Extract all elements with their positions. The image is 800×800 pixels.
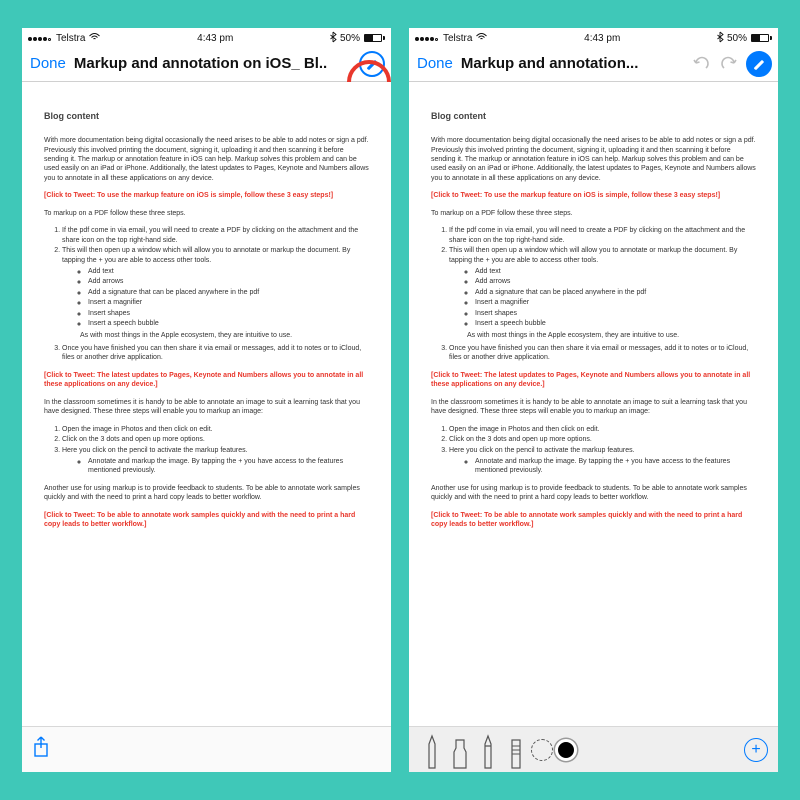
doc-paragraph: With more documentation being digital oc… (44, 136, 369, 183)
list-item: Insert a magnifier (475, 298, 756, 307)
list-item: Insert shapes (475, 309, 756, 318)
list-item: Once you have finished you can then shar… (62, 344, 369, 363)
document-viewport[interactable]: Blog content With more documentation bei… (22, 82, 391, 726)
doc-paragraph: To markup on a PDF follow these three st… (44, 209, 369, 218)
list-item: Add a signature that can be placed anywh… (475, 288, 756, 297)
highlighter-tool[interactable] (447, 732, 473, 768)
list-item: Annotate and markup the image. By tappin… (475, 457, 756, 476)
battery-icon (364, 34, 385, 42)
ordered-list: Open the image in Photos and then click … (449, 425, 756, 476)
tweet-callout: [Click to Tweet: To use the markup featu… (431, 191, 756, 200)
bluetooth-icon (717, 32, 723, 45)
eraser-tool[interactable] (503, 732, 529, 768)
list-item: Here you click on the pencil to activate… (62, 446, 369, 476)
sub-list: Add text Add arrows Add a signature that… (88, 267, 369, 329)
carrier-label: Telstra (56, 33, 85, 44)
tweet-callout: [Click to Tweet: The latest updates to P… (44, 371, 369, 390)
markup-toolbar: + (409, 726, 778, 772)
list-item: Add text (88, 267, 369, 276)
list-item: Insert shapes (88, 309, 369, 318)
phone-right: Telstra 4:43 pm 50% Done Markup and anno… (409, 28, 778, 772)
list-item-text: Here you click on the pencil to activate… (62, 447, 248, 454)
markup-toggle-button[interactable] (746, 51, 772, 77)
list-item-text: This will then open up a window which wi… (449, 247, 737, 263)
sub-paragraph: As with most things in the Apple ecosyst… (467, 331, 756, 340)
list-item: Insert a speech bubble (475, 319, 756, 328)
list-item: Add a signature that can be placed anywh… (88, 288, 369, 297)
status-bar: Telstra 4:43 pm 50% (22, 28, 391, 46)
tweet-callout: [Click to Tweet: To be able to annotate … (44, 511, 369, 530)
ordered-list: If the pdf come in via email, you will n… (62, 226, 369, 363)
add-tool-button[interactable]: + (744, 738, 768, 762)
list-item: Click on the 3 dots and open up more opt… (449, 435, 756, 444)
nav-bar: Done Markup and annotation on iOS_ Bl.. (22, 46, 391, 82)
document-title: Markup and annotation on iOS_ Bl.. (74, 55, 353, 72)
pencil-tool[interactable] (475, 732, 501, 768)
redo-button[interactable] (718, 53, 740, 75)
doc-heading: Blog content (431, 110, 756, 122)
wifi-icon (89, 33, 100, 44)
battery-pct-label: 50% (727, 33, 747, 44)
carrier-label: Telstra (443, 33, 472, 44)
tweet-callout: [Click to Tweet: The latest updates to P… (431, 371, 756, 390)
list-item: Insert a speech bubble (88, 319, 369, 328)
phone-left: Telstra 4:43 pm 50% Done Markup and anno… (22, 28, 391, 772)
sub-list: Add text Add arrows Add a signature that… (475, 267, 756, 329)
bottom-toolbar (22, 726, 391, 772)
list-item: This will then open up a window which wi… (62, 246, 369, 340)
clock-label: 4:43 pm (584, 33, 620, 44)
list-item: Annotate and markup the image. By tappin… (88, 457, 369, 476)
list-item: If the pdf come in via email, you will n… (449, 226, 756, 245)
nav-bar: Done Markup and annotation... (409, 46, 778, 82)
sub-paragraph: As with most things in the Apple ecosyst… (80, 331, 369, 340)
doc-paragraph: In the classroom sometimes it is handy t… (44, 398, 369, 417)
share-button[interactable] (32, 736, 50, 763)
sub-list: Annotate and markup the image. By tappin… (475, 457, 756, 476)
doc-paragraph: In the classroom sometimes it is handy t… (431, 398, 756, 417)
markup-toggle-button[interactable] (359, 51, 385, 77)
lasso-tool[interactable] (531, 739, 553, 761)
list-item-text: Here you click on the pencil to activate… (449, 447, 635, 454)
document-title: Markup and annotation... (461, 55, 684, 72)
list-item: Once you have finished you can then shar… (449, 344, 756, 363)
doc-paragraph: Another use for using markup is to provi… (431, 484, 756, 503)
list-item: Click on the 3 dots and open up more opt… (62, 435, 369, 444)
status-bar: Telstra 4:43 pm 50% (409, 28, 778, 46)
color-picker-button[interactable] (555, 739, 577, 761)
doc-paragraph: Another use for using markup is to provi… (44, 484, 369, 503)
battery-icon (751, 34, 772, 42)
list-item-text: This will then open up a window which wi… (62, 247, 350, 263)
list-item: This will then open up a window which wi… (449, 246, 756, 340)
list-item: Open the image in Photos and then click … (62, 425, 369, 434)
list-item: Add arrows (475, 277, 756, 286)
ordered-list: Open the image in Photos and then click … (62, 425, 369, 476)
tweet-callout: [Click to Tweet: To use the markup featu… (44, 191, 369, 200)
doc-paragraph: With more documentation being digital oc… (431, 136, 756, 183)
document-content: Blog content With more documentation bei… (409, 82, 778, 548)
list-item: Insert a magnifier (88, 298, 369, 307)
doc-heading: Blog content (44, 110, 369, 122)
clock-label: 4:43 pm (197, 33, 233, 44)
list-item: If the pdf come in via email, you will n… (62, 226, 369, 245)
undo-button[interactable] (690, 53, 712, 75)
signal-dots-icon (415, 33, 439, 44)
tweet-callout: [Click to Tweet: To be able to annotate … (431, 511, 756, 530)
list-item: Here you click on the pencil to activate… (449, 446, 756, 476)
list-item: Add arrows (88, 277, 369, 286)
ordered-list: If the pdf come in via email, you will n… (449, 226, 756, 363)
document-viewport[interactable]: Blog content With more documentation bei… (409, 82, 778, 726)
done-button[interactable]: Done (28, 55, 68, 72)
battery-pct-label: 50% (340, 33, 360, 44)
sub-list: Annotate and markup the image. By tappin… (88, 457, 369, 476)
document-content: Blog content With more documentation bei… (22, 82, 391, 548)
signal-dots-icon (28, 33, 52, 44)
wifi-icon (476, 33, 487, 44)
bluetooth-icon (330, 32, 336, 45)
pen-tool[interactable] (419, 732, 445, 768)
list-item: Add text (475, 267, 756, 276)
doc-paragraph: To markup on a PDF follow these three st… (431, 209, 756, 218)
done-button[interactable]: Done (415, 55, 455, 72)
list-item: Open the image in Photos and then click … (449, 425, 756, 434)
